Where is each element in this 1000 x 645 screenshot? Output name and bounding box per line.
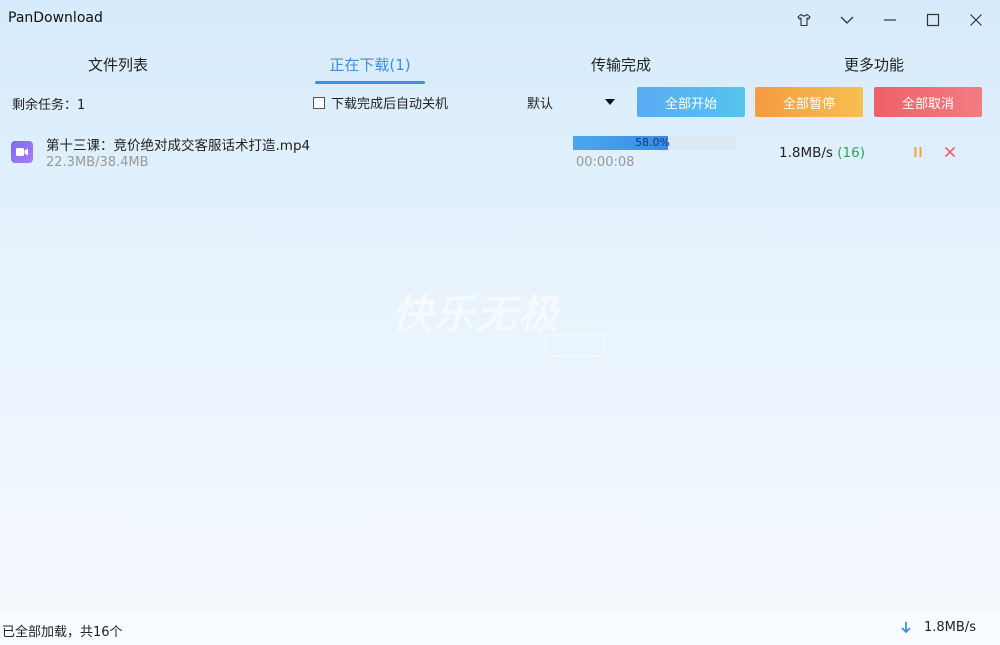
auto-shutdown-label: 下载完成后自动关机: [331, 97, 449, 112]
sort-select-value: 默认: [527, 96, 554, 112]
task-pause-button[interactable]: [910, 144, 926, 160]
task-speed: 1.8MB/s (16): [779, 145, 865, 161]
maximize-icon: [926, 13, 940, 27]
tab-completed[interactable]: 传输完成: [541, 44, 701, 84]
status-bar: 已全部加载，共16个 1.8MB/s: [0, 612, 1000, 645]
main-tabs: 文件列表 正在下载(1) 传输完成 更多功能: [0, 44, 1000, 84]
watermark-badge: [545, 334, 605, 356]
task-file-name: 第十三课：竞价绝对成交客服话术打造.mp4: [46, 138, 311, 154]
start-all-button[interactable]: 全部开始: [637, 87, 745, 117]
pause-all-button[interactable]: 全部暂停: [755, 87, 863, 117]
tab-downloading[interactable]: 正在下载(1): [290, 44, 450, 84]
chevron-down-icon: [840, 16, 854, 24]
caret-down-icon: [605, 99, 615, 105]
close-icon: [944, 146, 956, 158]
menu-button[interactable]: [832, 6, 862, 34]
status-speed-value: 1.8MB/s: [924, 620, 976, 635]
close-icon: [970, 14, 982, 26]
title-bar: PanDownload: [0, 0, 1000, 40]
download-toolbar: 剩余任务：1 下载完成后自动关机 默认 全部开始 全部暂停 全部取消: [0, 84, 1000, 120]
pause-icon: [914, 147, 922, 157]
sort-select[interactable]: 默认: [527, 92, 619, 112]
task-elapsed-time: 00:00:08: [576, 155, 635, 170]
tab-more-features[interactable]: 更多功能: [794, 44, 954, 84]
task-cancel-button[interactable]: [942, 144, 958, 160]
minimize-button[interactable]: [875, 6, 905, 34]
minimize-icon: [884, 19, 896, 21]
maximize-button[interactable]: [918, 6, 948, 34]
shirt-icon: [797, 13, 811, 27]
auto-shutdown-checkbox[interactable]: [313, 96, 325, 109]
auto-shutdown-option[interactable]: 下载完成后自动关机: [313, 93, 448, 112]
task-file-size: 22.3MB/38.4MB: [46, 155, 149, 170]
task-speed-value: 1.8MB/s: [779, 145, 833, 161]
status-speed: 1.8MB/s: [900, 620, 976, 635]
tab-file-list[interactable]: 文件列表: [38, 44, 198, 84]
download-arrow-icon: [901, 621, 911, 633]
app-title: PanDownload: [8, 10, 103, 26]
video-icon: [11, 141, 33, 163]
status-text: 已全部加载，共16个: [2, 625, 123, 640]
download-task-row[interactable]: 第十三课：竞价绝对成交客服话术打造.mp4 22.3MB/38.4MB 58.0…: [0, 124, 1000, 181]
remaining-tasks: 剩余任务：1: [12, 98, 86, 113]
cancel-all-button[interactable]: 全部取消: [874, 87, 982, 117]
task-progress-text: 58.0%: [635, 136, 670, 149]
close-button[interactable]: [961, 6, 991, 34]
watermark: 快乐无极: [392, 292, 560, 338]
skin-button[interactable]: [789, 6, 819, 34]
task-connections: (16): [837, 145, 865, 161]
